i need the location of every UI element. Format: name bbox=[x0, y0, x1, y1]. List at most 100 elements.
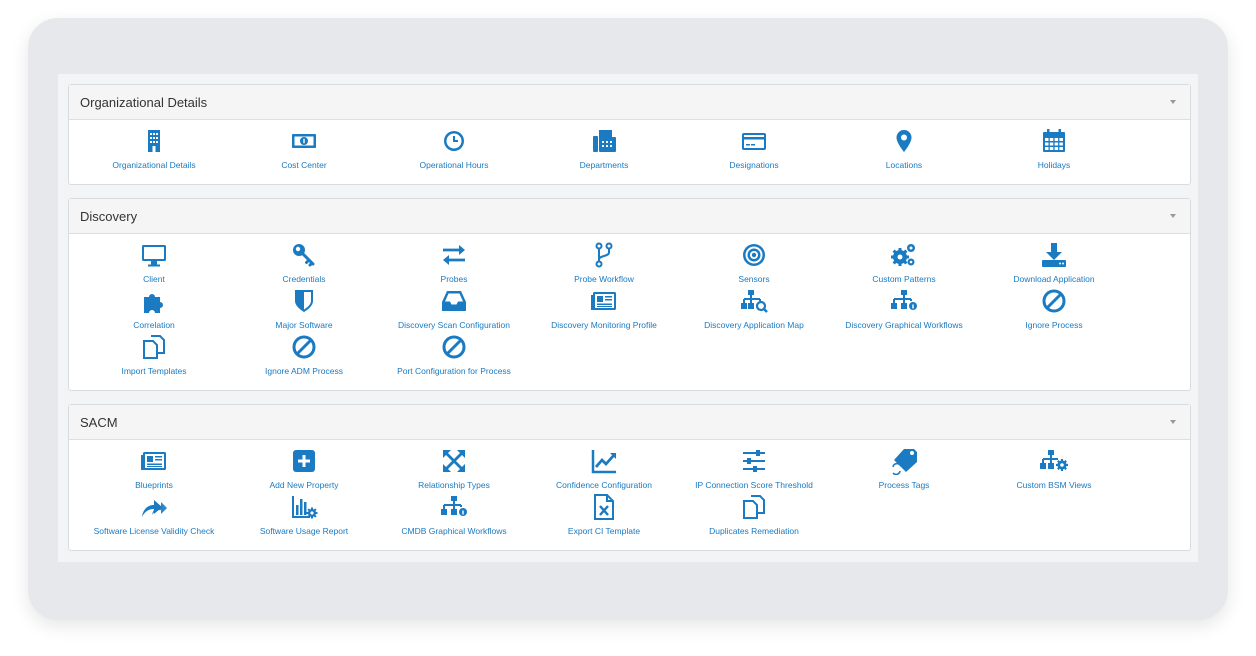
tile-credentials[interactable]: Credentials bbox=[229, 241, 379, 285]
newspaper-icon bbox=[140, 447, 168, 475]
tile-export-ci-template[interactable]: Export CI Template bbox=[529, 493, 679, 537]
tile-label: CMDB Graphical Workflows bbox=[401, 526, 507, 536]
tile-label: Discovery Application Map bbox=[704, 320, 804, 330]
tile-label: Download Application bbox=[1013, 274, 1095, 284]
tile-organizational-details[interactable]: Organizational Details bbox=[79, 127, 229, 171]
tile-relationship-types[interactable]: Relationship Types bbox=[379, 447, 529, 491]
sitemap-info-icon bbox=[440, 493, 468, 521]
tile-label: Custom Patterns bbox=[872, 274, 936, 284]
tile-label: Discovery Graphical Workflows bbox=[845, 320, 963, 330]
tile-correlation[interactable]: Correlation bbox=[79, 287, 229, 331]
tile-label: Major Software bbox=[275, 320, 333, 330]
tile-label: Departments bbox=[579, 160, 629, 170]
tile-label: Software License Validity Check bbox=[93, 526, 215, 536]
tile-label: Client bbox=[143, 274, 165, 284]
tile-label: Probe Workflow bbox=[574, 274, 634, 284]
tile-custom-patterns[interactable]: Custom Patterns bbox=[829, 241, 979, 285]
panel-header[interactable]: Organizational Details bbox=[69, 85, 1190, 120]
tile-sensors[interactable]: Sensors bbox=[679, 241, 829, 285]
tile-discovery-monitoring-profile[interactable]: Discovery Monitoring Profile bbox=[529, 287, 679, 331]
tile-label: Cost Center bbox=[281, 160, 327, 170]
tile-confidence-configuration[interactable]: Confidence Configuration bbox=[529, 447, 679, 491]
ban-icon bbox=[290, 333, 318, 361]
tile-holidays[interactable]: Holidays bbox=[979, 127, 1129, 171]
tile-label: Sensors bbox=[738, 274, 770, 284]
money-icon bbox=[290, 127, 318, 155]
tile-blueprints[interactable]: Blueprints bbox=[79, 447, 229, 491]
panel-discovery: Discovery Client Credentials Probes Probe W… bbox=[68, 198, 1191, 391]
tile-discovery-application-map[interactable]: Discovery Application Map bbox=[679, 287, 829, 331]
tile-label: Add New Property bbox=[269, 480, 339, 490]
tile-client[interactable]: Client bbox=[79, 241, 229, 285]
tile-label: Confidence Configuration bbox=[556, 480, 652, 490]
panel-title: Organizational Details bbox=[80, 95, 208, 110]
tile-cmdb-graphical-workflows[interactable]: CMDB Graphical Workflows bbox=[379, 493, 529, 537]
tile-custom-bsm-views[interactable]: Custom BSM Views bbox=[979, 447, 1129, 491]
tile-ignore-process[interactable]: Ignore Process bbox=[979, 287, 1129, 331]
monitor-icon bbox=[140, 241, 168, 269]
tile-discovery-scan-configuration[interactable]: Discovery Scan Configuration bbox=[379, 287, 529, 331]
sitemap-cog-icon bbox=[1040, 447, 1068, 475]
tile-probe-workflow[interactable]: Probe Workflow bbox=[529, 241, 679, 285]
tile-ignore-adm-process[interactable]: Ignore ADM Process bbox=[229, 333, 379, 377]
plus-square-icon bbox=[290, 447, 318, 475]
newspaper-icon bbox=[590, 287, 618, 315]
tile-duplicates-remediation[interactable]: Duplicates Remediation bbox=[679, 493, 829, 537]
window-frame: Organizational Details Organizational De… bbox=[28, 18, 1228, 620]
panel-sacm: SACM Blueprints Add New Property Relations… bbox=[68, 404, 1191, 551]
puzzle-icon bbox=[140, 287, 168, 315]
code-fork-icon bbox=[590, 241, 618, 269]
file-excel-icon bbox=[590, 493, 618, 521]
tile-probes[interactable]: Probes bbox=[379, 241, 529, 285]
tile-designations[interactable]: Designations bbox=[679, 127, 829, 171]
copy-icon bbox=[140, 333, 168, 361]
tile-label: Blueprints bbox=[135, 480, 173, 490]
tile-label: Organizational Details bbox=[112, 160, 196, 170]
download-icon bbox=[1040, 241, 1068, 269]
tile-software-license-validity-check[interactable]: Software License Validity Check bbox=[79, 493, 229, 537]
tile-process-tags[interactable]: Process Tags bbox=[829, 447, 979, 491]
tile-label: Export CI Template bbox=[567, 526, 641, 536]
map-marker-icon bbox=[890, 127, 918, 155]
panel-organizational-details: Organizational Details Organizational De… bbox=[68, 84, 1191, 185]
panel-title: SACM bbox=[80, 415, 118, 430]
tile-software-usage-report[interactable]: Software Usage Report bbox=[229, 493, 379, 537]
tile-import-templates[interactable]: Import Templates bbox=[79, 333, 229, 377]
tile-add-new-property[interactable]: Add New Property bbox=[229, 447, 379, 491]
line-chart-icon bbox=[590, 447, 618, 475]
tile-ip-connection-score-threshold[interactable]: IP Connection Score Threshold bbox=[679, 447, 829, 491]
panel-title: Discovery bbox=[80, 209, 138, 224]
tile-label: Discovery Monitoring Profile bbox=[551, 320, 657, 330]
clock-icon bbox=[440, 127, 468, 155]
tile-operational-hours[interactable]: Operational Hours bbox=[379, 127, 529, 171]
ban-icon bbox=[1040, 287, 1068, 315]
chevron-down-icon[interactable] bbox=[1170, 100, 1176, 104]
tile-cost-center[interactable]: Cost Center bbox=[229, 127, 379, 171]
tag-refresh-icon bbox=[890, 447, 918, 475]
tile-major-software[interactable]: Major Software bbox=[229, 287, 379, 331]
arrows-expand-icon bbox=[440, 447, 468, 475]
fax-icon bbox=[590, 127, 618, 155]
tile-label: IP Connection Score Threshold bbox=[695, 480, 813, 490]
ban-icon bbox=[440, 333, 468, 361]
panel-header[interactable]: Discovery bbox=[69, 199, 1190, 234]
sitemap-info-icon bbox=[890, 287, 918, 315]
tile-label: Duplicates Remediation bbox=[709, 526, 799, 536]
tile-locations[interactable]: Locations bbox=[829, 127, 979, 171]
credit-card-icon bbox=[740, 127, 768, 155]
chevron-down-icon[interactable] bbox=[1170, 214, 1176, 218]
tile-port-configuration-for-process[interactable]: Port Configuration for Process bbox=[379, 333, 529, 377]
tile-label: Software Usage Report bbox=[259, 526, 349, 536]
tile-label: Ignore Process bbox=[1025, 320, 1083, 330]
tile-label: Designations bbox=[729, 160, 779, 170]
tile-label: Relationship Types bbox=[418, 480, 490, 490]
bullseye-icon bbox=[740, 241, 768, 269]
shield-icon bbox=[290, 287, 318, 315]
key-icon bbox=[290, 241, 318, 269]
tile-departments[interactable]: Departments bbox=[529, 127, 679, 171]
tile-discovery-graphical-workflows[interactable]: Discovery Graphical Workflows bbox=[829, 287, 979, 331]
panel-header[interactable]: SACM bbox=[69, 405, 1190, 440]
tile-download-application[interactable]: Download Application bbox=[979, 241, 1129, 285]
chevron-down-icon[interactable] bbox=[1170, 420, 1176, 424]
share-icon bbox=[140, 493, 168, 521]
